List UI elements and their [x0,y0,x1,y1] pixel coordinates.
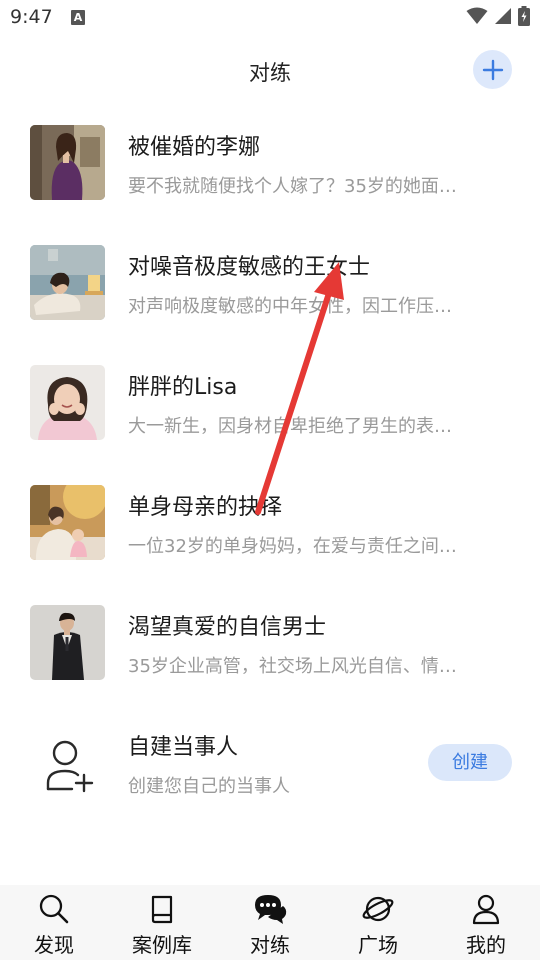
status-indicators [466,6,530,26]
create-button[interactable]: 创建 [428,744,512,781]
role-name: 胖胖的Lisa [128,375,238,400]
signal-icon [495,8,511,24]
role-item-wang[interactable]: 对噪音极度敏感的王女士 对声响极度敏感的中年女性，因工作压… [0,245,540,345]
tab-label: 对练 [250,933,290,957]
role-name: 对噪音极度敏感的王女士 [128,255,371,280]
role-description: 一位32岁的单身妈妈，在爱与责任之间… [128,536,457,557]
person-icon [472,894,500,925]
tab-me[interactable]: 我的 [432,885,540,960]
notification-icon: A [71,10,85,25]
avatar-placeholder [30,725,105,800]
avatar [30,485,105,560]
add-button[interactable] [473,50,512,89]
avatar [30,365,105,440]
role-item-single-mother[interactable]: 单身母亲的抉择 一位32岁的单身妈妈，在爱与责任之间… [0,485,540,585]
status-bar: 9:47 A [0,0,540,36]
book-icon [151,895,173,924]
bottom-tab-bar: 发现 案例库 对练 广场 我的 [0,885,540,960]
tab-label: 广场 [358,933,398,957]
tab-plaza[interactable]: 广场 [324,885,432,960]
status-time: 9:47 [10,6,53,28]
role-item-lisa[interactable]: 胖胖的Lisa 大一新生，因身材自卑拒绝了男生的表… [0,365,540,465]
role-name: 单身母亲的抉择 [128,495,283,520]
page-header: 对练 [0,48,540,92]
planet-icon [362,896,394,922]
plus-icon [482,59,503,80]
tab-label: 案例库 [132,933,192,957]
role-item-confident-man[interactable]: 渴望真爱的自信男士 35岁企业高管，社交场上风光自信、情… [0,605,540,705]
page-title: 对练 [249,61,291,85]
role-description: 要不我就随便找个人嫁了？35岁的她面… [128,176,457,197]
role-name: 被催婚的李娜 [128,135,261,160]
role-description: 35岁企业高管，社交场上风光自信、情… [128,656,457,677]
avatar [30,245,105,320]
search-icon [39,894,69,924]
battery-icon [518,6,530,26]
role-name: 渴望真爱的自信男士 [128,615,327,640]
chat-bubbles-icon [255,895,287,924]
tab-case-library[interactable]: 案例库 [108,885,216,960]
wifi-icon [466,7,488,24]
tab-practice[interactable]: 对练 [216,885,324,960]
tab-discover[interactable]: 发现 [0,885,108,960]
role-description: 大一新生，因身材自卑拒绝了男生的表… [128,416,452,437]
role-description: 对声响极度敏感的中年女性，因工作压… [128,296,452,317]
tab-label: 我的 [466,933,506,957]
avatar [30,125,105,200]
tab-label: 发现 [34,933,74,957]
custom-role-name: 自建当事人 [128,735,239,760]
role-item-lina[interactable]: 被催婚的李娜 要不我就随便找个人嫁了？35岁的她面… [0,125,540,225]
add-person-icon [46,740,93,792]
avatar [30,605,105,680]
